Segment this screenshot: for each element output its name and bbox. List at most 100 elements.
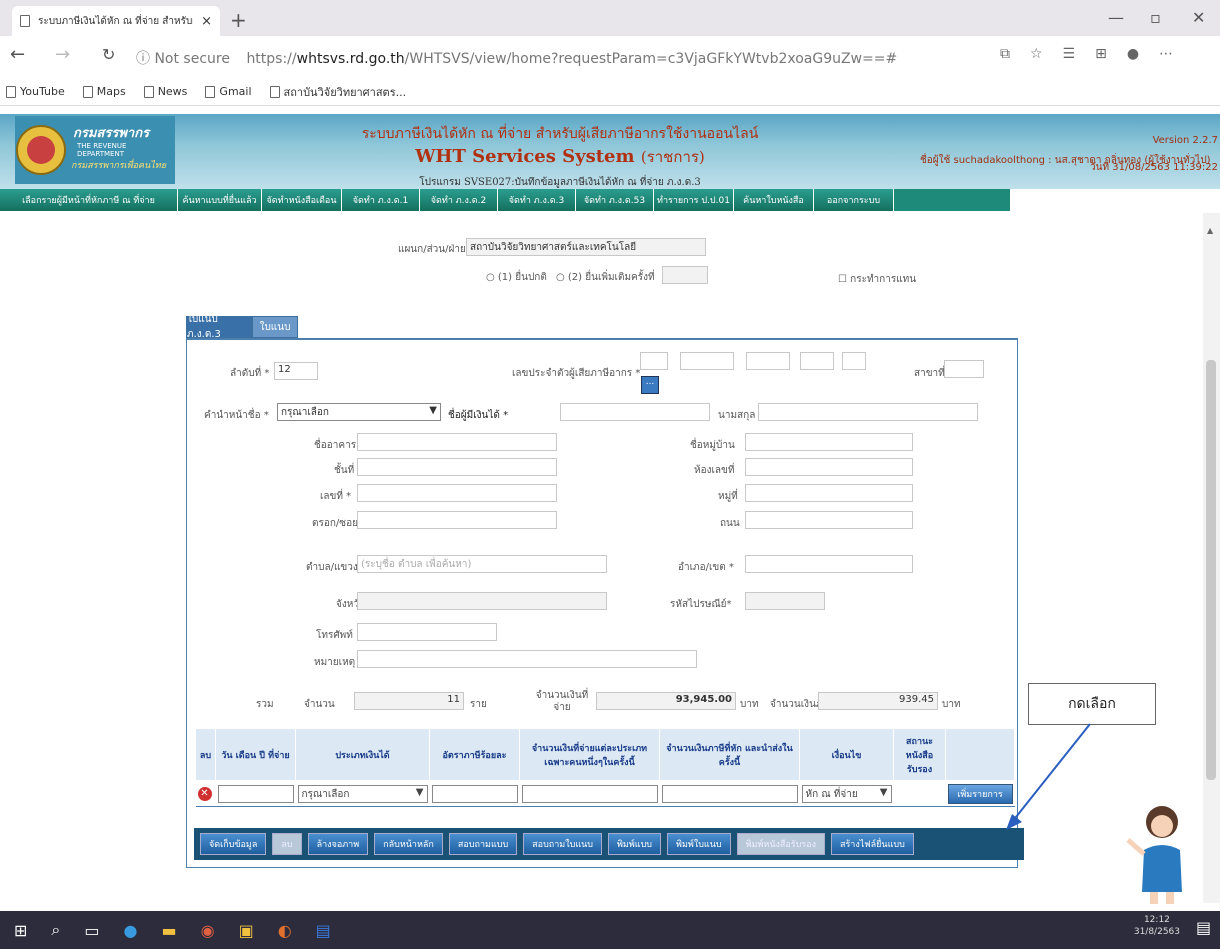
url-field[interactable]: ⓘ Not secure https://whtsvs.rd.go.th/WHT… [136,48,897,68]
floor-label: ชั้นที่ [334,465,355,476]
menu-item[interactable]: จัดทำหนังสือเดือน [262,189,342,211]
road-label: ถนน [720,518,740,529]
create-filing-file-button[interactable]: สร้างไฟล์ยื่นแบบ [830,833,914,855]
menu-item[interactable]: จัดทำ ภ.ง.ด.2 [420,189,498,211]
tab-attachment-pnd3[interactable]: ใบแนบ ภ.ง.ด.3 [186,314,252,340]
search-icon[interactable]: ⌕ [51,920,60,940]
filing-normal-radio[interactable]: ○ (1) ยื่นปกติ [486,270,547,285]
floor-field[interactable] [357,458,557,476]
tab-close-icon[interactable]: × [201,14,212,29]
income-type-value: กรุณาเลือก [301,788,350,800]
clear-screen-button[interactable]: ล้างจอภาพ [307,833,369,855]
moo-field[interactable] [745,484,913,502]
delete-row-icon[interactable]: ✕ [197,786,212,801]
app-title: ระบบภาษีเงินได้หัก ณ ที่จ่าย สำหรับผู้เส… [300,123,820,190]
save-button[interactable]: จัดเก็บข้อมูล [200,833,267,855]
scroll-up-icon[interactable]: ▲ [1207,226,1213,235]
bookmark-label: สถาบันวิจัยวิทยาศาสตร... [283,85,407,99]
village-field[interactable] [745,433,913,451]
filing-additional-radio[interactable]: ○ (2) ยื่นเพิ่มเติมครั้งที่ [556,270,655,285]
menu-item[interactable]: จัดทำ ภ.ง.ด.53 [576,189,654,211]
menu-item[interactable]: ค้นหาใบหนังสือ [734,189,814,211]
chrome-icon[interactable]: ◉ [201,921,215,940]
bookmark-youtube[interactable]: YouTube [6,85,65,98]
browser-toolbar-icons[interactable]: ⧉☆☰⊞●⋯ [1000,46,1193,62]
bookmark-news[interactable]: News [143,85,187,98]
amount-field[interactable] [521,784,658,803]
taxid-lookup-button[interactable]: ... [641,376,659,394]
prefix-select[interactable]: กรุณาเลือก ▼ [277,403,441,421]
road-field[interactable] [745,511,913,529]
menu-item[interactable]: ทำรายการ ป.ป.01 [654,189,734,211]
income-type-select[interactable]: กรุณาเลือก ▼ [297,784,428,803]
word-icon[interactable]: ▤ [316,921,331,940]
number-field[interactable] [357,484,557,502]
note-field[interactable] [357,650,697,668]
window-close-icon[interactable]: ✕ [1192,8,1205,27]
windows-start-icon[interactable]: ⊞ [14,921,27,940]
prefix-label: คำนำหน้าชื่อ * [204,410,269,421]
title-line1: ระบบภาษีเงินได้หัก ณ ที่จ่าย สำหรับผู้เส… [361,126,759,142]
menu-item[interactable]: ค้นหาแบบที่ยื่นแล้ว [178,189,262,211]
refresh-icon[interactable]: ↻ [102,45,115,64]
soi-field[interactable] [357,511,557,529]
print-form-button[interactable]: พิมพ์แบบ [608,833,662,855]
room-field[interactable] [745,458,913,476]
print-attachment-button[interactable]: พิมพ์ใบแนบ [667,833,731,855]
rate-field[interactable] [431,784,518,803]
tax-amount-field[interactable] [661,784,798,803]
filing-number-field[interactable] [662,266,708,284]
building-field[interactable] [357,433,557,451]
browser-tab[interactable]: ระบบภาษีเงินได้หัก ณ ที่จ่าย สำหรับผู้..… [12,6,220,36]
tax-field: 939.45 [818,692,938,710]
file-explorer-icon[interactable]: ▬ [161,921,176,940]
phone-field[interactable] [357,623,497,641]
bookmark-gmail[interactable]: Gmail [205,85,252,98]
proxy-label: กระทำการแทน [850,274,917,285]
edge-icon[interactable]: ● [124,921,138,940]
back-home-button[interactable]: กลับหน้าหลัก [374,833,443,855]
page-icon [143,85,154,98]
proxy-checkbox[interactable]: ☐ กระทำการแทน [838,272,916,287]
bookmark-institute[interactable]: สถาบันวิจัยวิทยาศาสตร... [269,83,407,101]
name-label: ชื่อผู้มีเงินได้ * [448,410,509,421]
maximize-icon[interactable]: ▫ [1150,8,1161,27]
scrollbar-thumb[interactable] [1206,360,1216,780]
notification-icon[interactable]: ▤ [1196,918,1211,937]
query-form-button[interactable]: สอบถามแบบ [448,833,518,855]
condition-select[interactable]: หัก ณ ที่จ่าย ▼ [801,784,892,803]
count-unit: ราย [470,699,487,710]
paid-label: จำนวนเงินที่จ่าย [535,690,589,713]
taxid-field-3[interactable] [746,352,790,370]
store-icon[interactable]: ▣ [239,921,254,940]
tab-attachment[interactable]: ใบแนบ [252,316,298,338]
delete-cell[interactable]: ✕ [195,780,216,807]
district-field[interactable] [745,555,913,573]
new-tab-button[interactable]: + [230,8,247,32]
branch-field[interactable] [944,360,984,378]
seq-field[interactable]: 12 [274,362,318,380]
firefox-icon[interactable]: ◐ [278,921,292,940]
bookmark-maps[interactable]: Maps [82,85,126,98]
condition-value: หัก ณ ที่จ่าย [805,788,858,800]
action-toolbar: จัดเก็บข้อมูล ลบ ล้างจอภาพ กลับหน้าหลัก … [194,828,1024,860]
taxid-field-1[interactable] [640,352,668,370]
tax-unit: บาท [942,699,961,710]
query-attachment-button[interactable]: สอบถามใบแนบ [523,833,602,855]
menu-item[interactable]: จัดทำ ภ.ง.ด.3 [498,189,576,211]
taxid-field-5[interactable] [842,352,866,370]
name-field[interactable] [560,403,710,421]
taxid-field-2[interactable] [680,352,734,370]
info-icon[interactable]: ⓘ [136,51,150,67]
taskbar-clock[interactable]: 12:12 31/8/2563 [1134,914,1180,938]
surname-field[interactable] [758,403,978,421]
menu-item[interactable]: จัดทำ ภ.ง.ด.1 [342,189,420,211]
minimize-icon[interactable]: — [1108,8,1124,27]
menu-item[interactable]: เลือกรายผู้มีหน้าที่หักภาษี ณ ที่จ่าย [0,189,178,211]
subdistrict-field[interactable]: (ระบุชื่อ ตำบล เพื่อค้นหา) [357,555,607,573]
menu-item[interactable]: ออกจากระบบ [814,189,894,211]
taxid-field-4[interactable] [800,352,834,370]
task-view-icon[interactable]: ▭ [84,921,99,940]
back-icon[interactable]: ← [10,44,25,65]
date-field[interactable] [217,784,294,803]
